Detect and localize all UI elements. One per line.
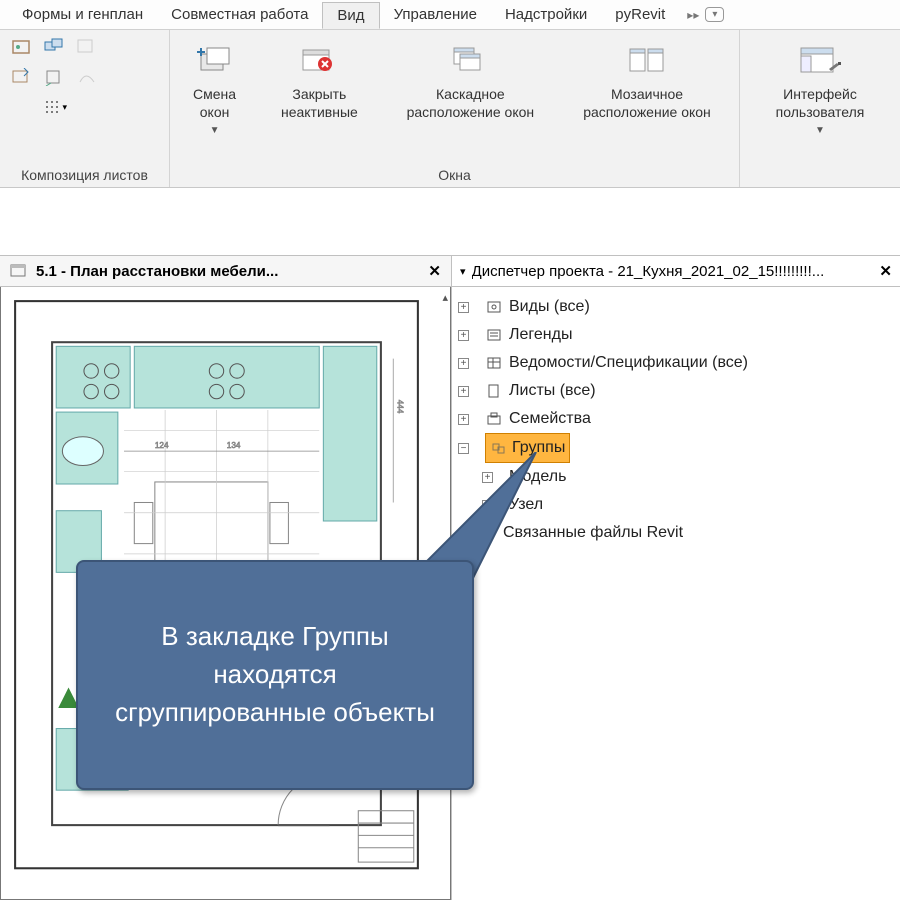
collapse-icon[interactable]: − bbox=[458, 443, 469, 454]
more-icon[interactable]: ▸▸ bbox=[687, 8, 699, 22]
panel-ui: Интерфейс пользователя ▼ bbox=[740, 30, 900, 187]
chevron-down-icon: ▼ bbox=[210, 125, 220, 138]
sheet-icon-6[interactable] bbox=[74, 66, 100, 88]
tree-views[interactable]: + Виды (все) bbox=[458, 293, 894, 321]
project-tree[interactable]: + Виды (все) + Легенды + Ведомости/Специфик… bbox=[452, 287, 900, 553]
close-inactive-button[interactable]: Закрыть неактивные bbox=[263, 36, 376, 125]
tile-icon bbox=[626, 40, 668, 82]
tree-label: Связанные файлы Revit bbox=[503, 519, 683, 547]
callout-text: В закладке Группы находятся сгруппирован… bbox=[106, 618, 444, 731]
close-inactive-icon bbox=[298, 40, 340, 82]
close-icon[interactable]: ✕ bbox=[879, 262, 892, 280]
expand-icon[interactable]: + bbox=[482, 500, 493, 511]
sheet-tools-grid: ▾ bbox=[10, 36, 102, 122]
tab-collab[interactable]: Совместная работа bbox=[157, 2, 322, 27]
tree-label: Легенды bbox=[509, 321, 572, 349]
switch-windows-icon bbox=[194, 40, 236, 82]
tree-schedules[interactable]: + Ведомости/Спецификации (все) bbox=[458, 349, 894, 377]
sheet-icon-5[interactable] bbox=[42, 66, 68, 88]
expand-icon[interactable]: + bbox=[458, 358, 469, 369]
document-tab[interactable]: 5.1 - План расстановки мебели... ✕ bbox=[0, 255, 451, 287]
views-icon bbox=[485, 299, 503, 315]
tile-label: Мозаичное расположение окон bbox=[571, 86, 723, 121]
tree-label: Листы (все) bbox=[509, 377, 596, 405]
tree-label: Ведомости/Спецификации (все) bbox=[509, 349, 748, 377]
tree-links[interactable]: Связанные файлы Revit bbox=[458, 519, 894, 547]
sheet-icon-4[interactable] bbox=[10, 66, 36, 88]
project-browser-title-bar[interactable]: ▾ Диспетчер проекта - 21_Кухня_2021_02_1… bbox=[452, 255, 900, 287]
groups-icon bbox=[490, 440, 508, 456]
tab-view[interactable]: Вид bbox=[322, 2, 379, 29]
close-inactive-label: Закрыть неактивные bbox=[269, 86, 370, 121]
document-title: 5.1 - План расстановки мебели... bbox=[36, 263, 420, 280]
tree-detail[interactable]: + Узел bbox=[458, 491, 894, 519]
switch-windows-label: Смена окон bbox=[186, 86, 243, 121]
expand-icon[interactable]: + bbox=[458, 330, 469, 341]
tab-forms[interactable]: Формы и генплан bbox=[8, 2, 157, 27]
tree-label: Семейства bbox=[509, 405, 591, 433]
view-icon bbox=[10, 263, 28, 279]
tree-label: Виды (все) bbox=[509, 293, 590, 321]
tree-label: Группы bbox=[512, 434, 565, 462]
svg-text:134: 134 bbox=[227, 441, 241, 450]
tree-label: Узел bbox=[509, 491, 543, 519]
expand-icon[interactable]: + bbox=[458, 414, 469, 425]
sheet-icon-3[interactable] bbox=[74, 36, 100, 58]
panel-ui-label bbox=[750, 165, 890, 185]
ribbon: ▾ Композиция листов Смена окон ▼ Закрыть… bbox=[0, 30, 900, 188]
cascade-button[interactable]: Каскадное расположение окон bbox=[390, 36, 551, 125]
callout-annotation: В закладке Группы находятся сгруппирован… bbox=[76, 560, 474, 790]
sheet-icon-2[interactable] bbox=[42, 36, 68, 58]
ui-icon bbox=[799, 40, 841, 82]
switch-windows-button[interactable]: Смена окон ▼ bbox=[180, 36, 249, 142]
cascade-icon bbox=[449, 40, 491, 82]
expand-icon[interactable]: + bbox=[458, 302, 469, 313]
ui-button[interactable]: Интерфейс пользователя ▼ bbox=[750, 36, 890, 142]
panel-windows: Смена окон ▼ Закрыть неактивные Каскадно… bbox=[170, 30, 740, 187]
tab-manage[interactable]: Управление bbox=[380, 2, 491, 27]
close-icon[interactable]: ✕ bbox=[428, 262, 441, 280]
sheet-icon-7[interactable]: ▾ bbox=[42, 96, 68, 118]
panel-menu-icon[interactable]: ▾ bbox=[460, 265, 466, 278]
sheets-icon bbox=[485, 383, 503, 399]
expand-icon[interactable]: + bbox=[482, 472, 493, 483]
tree-sheets[interactable]: + Листы (все) bbox=[458, 377, 894, 405]
ui-label: Интерфейс пользователя bbox=[756, 86, 884, 121]
schedules-icon bbox=[485, 355, 503, 371]
links-icon bbox=[479, 525, 497, 541]
families-icon bbox=[485, 411, 503, 427]
panel-sheets: ▾ Композиция листов bbox=[0, 30, 170, 187]
tile-button[interactable]: Мозаичное расположение окон bbox=[565, 36, 729, 125]
project-browser-title: Диспетчер проекта - 21_Кухня_2021_02_15!… bbox=[472, 263, 874, 280]
expand-icon[interactable]: + bbox=[458, 386, 469, 397]
tree-groups[interactable]: − Группы bbox=[458, 433, 894, 463]
panel-sheets-label: Композиция листов bbox=[10, 165, 159, 185]
tree-legends[interactable]: + Легенды bbox=[458, 321, 894, 349]
legends-icon bbox=[485, 327, 503, 343]
svg-text:444: 444 bbox=[395, 400, 404, 414]
ribbon-extra: ▸▸ ▾ bbox=[687, 7, 724, 22]
tab-pyrevit[interactable]: pyRevit bbox=[601, 2, 679, 27]
ribbon-collapse-icon[interactable]: ▾ bbox=[705, 7, 724, 22]
ribbon-tabs: Формы и генплан Совместная работа Вид Уп… bbox=[0, 0, 900, 30]
tree-families[interactable]: + Семейства bbox=[458, 405, 894, 433]
chevron-down-icon: ▼ bbox=[815, 125, 825, 138]
tab-addins[interactable]: Надстройки bbox=[491, 2, 601, 27]
svg-text:124: 124 bbox=[155, 441, 169, 450]
tree-label: Модель bbox=[509, 463, 566, 491]
panel-windows-label: Окна bbox=[180, 165, 729, 185]
tree-model[interactable]: + Модель bbox=[458, 463, 894, 491]
cascade-label: Каскадное расположение окон bbox=[396, 86, 545, 121]
sheet-icon-1[interactable] bbox=[10, 36, 36, 58]
scroll-up-icon[interactable]: ▴ bbox=[442, 291, 448, 304]
project-browser: ▾ Диспетчер проекта - 21_Кухня_2021_02_1… bbox=[452, 255, 900, 900]
